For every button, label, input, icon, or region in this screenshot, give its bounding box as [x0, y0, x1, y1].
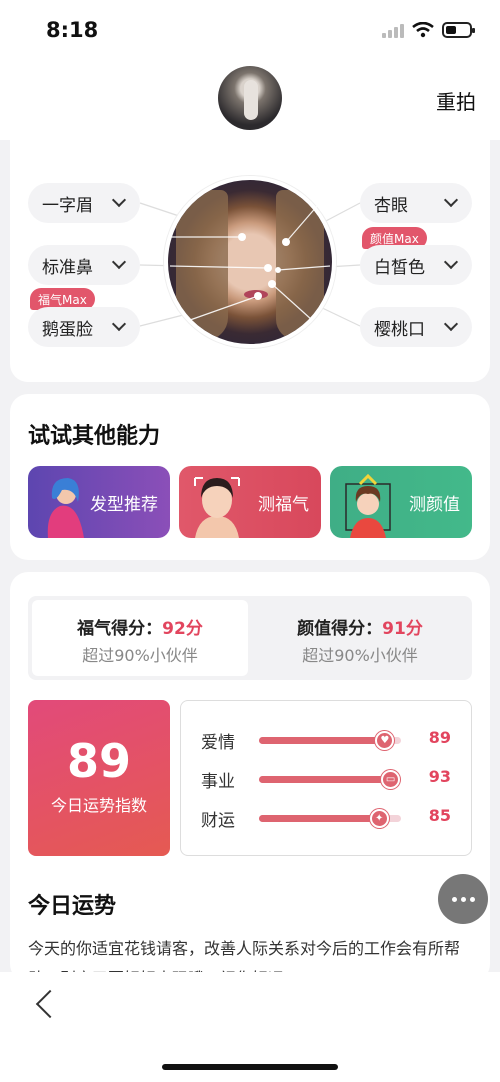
feature-eyebrow[interactable]: 一字眉 — [28, 183, 140, 223]
feature-nose-label: 标准鼻 — [42, 257, 93, 278]
luck-bar-name: 财运 — [201, 811, 235, 831]
back-arrow-icon[interactable] — [35, 989, 65, 1019]
avatar[interactable] — [218, 66, 282, 130]
today-fortune-title: 今日运势 — [28, 894, 117, 919]
chevron-down-icon — [111, 254, 127, 270]
luck-bar-love: 爱情 ♥ 89 — [181, 725, 471, 755]
luck-bar-track: ▭ — [259, 770, 401, 789]
chevron-down-icon — [443, 254, 459, 270]
fortune-score-title: 福气得分：92分 — [77, 619, 203, 639]
feature-mouth[interactable]: 樱桃口 — [360, 307, 472, 347]
luck-bar-value: 93 — [428, 767, 451, 786]
chevron-down-icon — [111, 316, 127, 332]
signal-icon — [382, 22, 404, 38]
luck-bar-fill — [259, 815, 380, 822]
chevron-down-icon — [443, 192, 459, 208]
dot-icon — [469, 896, 475, 902]
ability-fortune-label: 测福气 — [258, 495, 309, 515]
scores-card: 福气得分：92分 超过90%小伙伴 颜值得分：91分 超过90%小伙伴 89 今… — [10, 572, 490, 982]
ability-hairstyle-label: 发型推荐 — [90, 495, 158, 515]
ability-beauty[interactable]: 测颜值 — [330, 466, 472, 538]
header: 重拍 — [0, 62, 500, 140]
home-indicator[interactable] — [162, 1064, 338, 1070]
luck-bar-value: 89 — [428, 728, 451, 747]
luck-bar-name: 事业 — [201, 772, 235, 792]
status-icons — [382, 22, 475, 38]
luck-index-label: 今日运势指数 — [50, 796, 147, 815]
feature-eyes[interactable]: 杏眼 — [360, 183, 472, 223]
fortune-score-tab[interactable]: 福气得分：92分 超过90%小伙伴 — [32, 600, 248, 676]
luck-bar-track: ♥ — [259, 731, 401, 750]
ability-beauty-label: 测颜值 — [409, 495, 460, 515]
beauty-score-sub: 超过90%小伙伴 — [302, 646, 418, 665]
luck-bar-track: ✦ — [259, 809, 401, 828]
feature-skin[interactable]: 白皙色 — [360, 245, 472, 285]
luck-bar-fill — [259, 737, 386, 744]
luck-bar-wealth: 财运 ✦ 85 — [181, 803, 471, 833]
ability-hairstyle[interactable]: 发型推荐 — [28, 466, 170, 538]
fortune-score-sub: 超过90%小伙伴 — [82, 646, 198, 665]
face-photo — [164, 176, 336, 348]
chevron-down-icon — [111, 192, 127, 208]
dot-icon — [460, 896, 466, 902]
luck-index-value: 89 — [66, 734, 131, 788]
luck-bar-value: 85 — [428, 806, 451, 825]
dot-icon — [451, 896, 457, 902]
score-tabs: 福气得分：92分 超过90%小伙伴 颜值得分：91分 超过90%小伙伴 — [28, 596, 472, 680]
luck-bar-fill — [259, 776, 392, 783]
battery-icon — [442, 22, 475, 38]
luck-bars: 爱情 ♥ 89 事业 ▭ 93 财运 ✦ 85 — [180, 700, 472, 856]
feature-face-shape[interactable]: 鹅蛋脸 — [28, 307, 140, 347]
fortune-score-value: 92分 — [162, 619, 203, 639]
heart-icon: ♥ — [375, 731, 395, 750]
beauty-illustration-icon — [345, 473, 391, 538]
luck-index-box: 89 今日运势指数 — [28, 700, 170, 856]
beauty-score-tab[interactable]: 颜值得分：91分 超过90%小伙伴 — [252, 600, 468, 676]
abilities-card: 试试其他能力 发型推荐 测福气 测颜值 — [10, 394, 490, 560]
wifi-icon — [412, 22, 434, 38]
bottom-bar — [0, 972, 500, 1082]
feature-nose[interactable]: 标准鼻 — [28, 245, 140, 285]
feature-eyebrow-label: 一字眉 — [42, 195, 93, 216]
status-time: 8:18 — [46, 18, 99, 42]
chevron-down-icon — [443, 316, 459, 332]
more-options-button[interactable] — [438, 874, 488, 924]
briefcase-icon: ▭ — [381, 770, 401, 789]
beauty-score-title: 颜值得分：91分 — [297, 619, 423, 639]
ability-fortune[interactable]: 测福气 — [179, 466, 321, 538]
feature-skin-label: 白皙色 — [374, 257, 425, 278]
feature-mouth-label: 樱桃口 — [374, 319, 425, 340]
feature-face-shape-label: 鹅蛋脸 — [42, 319, 93, 340]
status-bar: 8:18 — [0, 0, 500, 62]
luck-bar-name: 爱情 — [201, 733, 235, 753]
beauty-score-value: 91分 — [382, 619, 423, 639]
sparkle-icon: ✦ — [369, 809, 389, 828]
retake-button[interactable]: 重拍 — [436, 86, 476, 115]
fortune-illustration-icon — [194, 477, 240, 538]
feature-eyes-label: 杏眼 — [374, 195, 408, 216]
hairstyle-illustration-icon — [47, 478, 84, 538]
abilities-title: 试试其他能力 — [28, 424, 161, 449]
luck-bar-career: 事业 ▭ 93 — [181, 764, 471, 794]
